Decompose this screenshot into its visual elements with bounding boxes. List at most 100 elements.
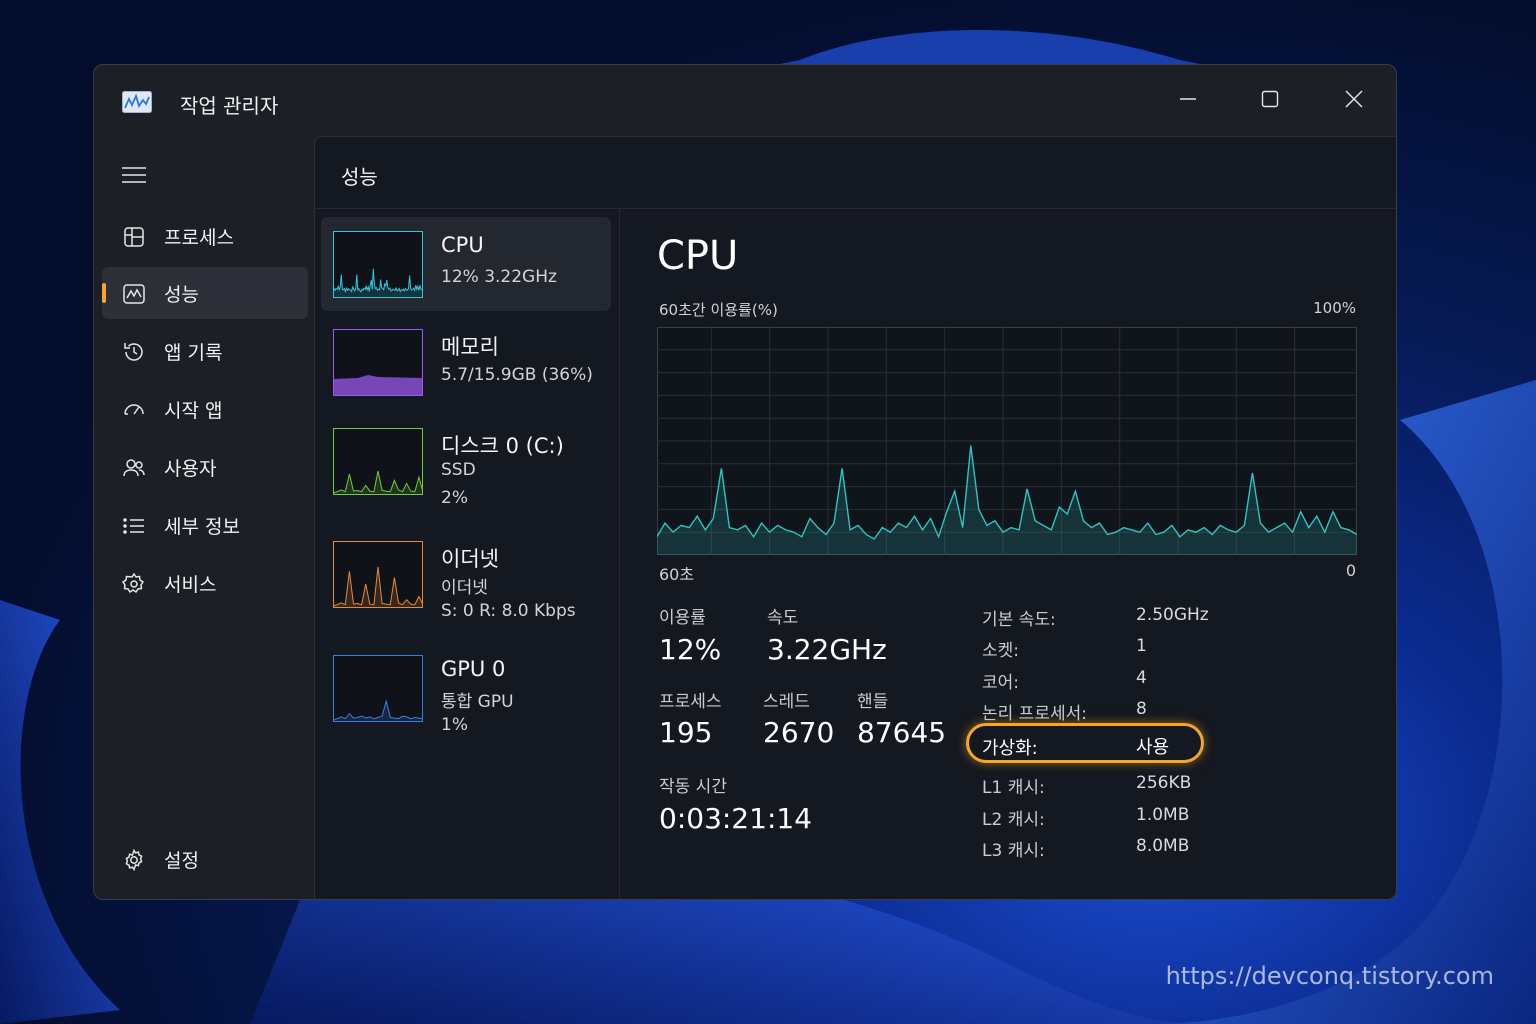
spec-sockets-value: 1: [1136, 636, 1147, 656]
utilization-label: 이용률: [659, 608, 706, 628]
page-header: 성능: [315, 137, 1396, 209]
graph-max-label: 100%: [1313, 299, 1356, 317]
sidebar-item-app-history[interactable]: 앱 기록: [102, 325, 308, 377]
device-stat: 12% 3.22GHz: [441, 267, 557, 287]
spec-cores-value: 4: [1136, 668, 1147, 688]
threads-label: 스레드: [763, 692, 810, 712]
close-icon: [1345, 90, 1363, 108]
sidebar-item-label: 앱 기록: [164, 342, 223, 364]
threads-value: 2670: [763, 716, 835, 749]
memory-thumbnail-graph: [333, 329, 423, 396]
spec-logical-processors-value: 8: [1136, 699, 1147, 719]
graph-caption: 60초간 이용률(%): [659, 301, 778, 319]
spec-l3-cache-value: 8.0MB: [1136, 836, 1190, 856]
maximize-icon: [1261, 90, 1279, 108]
minimize-icon: [1180, 98, 1196, 100]
settings-label: 설정: [164, 850, 199, 872]
device-item-ethernet[interactable]: 이더넷 이더넷 S: 0 R: 8.0 Kbps: [321, 527, 611, 621]
sidebar-item-label: 세부 정보: [164, 516, 240, 538]
sidebar-item-label: 프로세스: [164, 227, 234, 249]
spec-cores-key: 코어:: [982, 673, 1020, 693]
device-item-gpu[interactable]: GPU 0 통합 GPU 1%: [321, 641, 611, 735]
handles-label: 핸들: [857, 692, 889, 712]
title-bar[interactable]: 작업 관리자: [94, 65, 1396, 135]
device-item-disk[interactable]: 디스크 0 (C:) SSD 2%: [321, 414, 611, 508]
sidebar: 프로세스 성능 앱 기록 시작 앱 사용자 세부 정보 서비스 설정: [94, 135, 314, 899]
sidebar-item-users[interactable]: 사용자: [102, 441, 308, 493]
task-manager-window: 작업 관리자 프로세스 성능 앱 기록 시작 앱 사용자 세부 정보 서비스 설…: [93, 64, 1397, 900]
performance-page: 성능 CPU 12% 3.22GHz 메모리 5.7/15.9GB (36%) …: [314, 136, 1396, 899]
spec-virtualization-key: 가상화:: [982, 738, 1038, 759]
uptime-value: 0:03:21:14: [659, 802, 813, 835]
spec-sockets-key: 소켓:: [982, 641, 1020, 661]
sidebar-item-performance[interactable]: 성능: [102, 267, 308, 319]
detail-title: CPU: [657, 233, 739, 279]
sidebar-item-services[interactable]: 서비스: [102, 557, 308, 609]
cpu-detail-panel: CPU 60초간 이용률(%) 100% 60초 0 이용률 12% 속도 3.…: [621, 209, 1396, 899]
details-icon: [123, 518, 144, 534]
device-name: 이더넷: [441, 547, 499, 571]
cpu-usage-graph: [657, 327, 1357, 555]
sidebar-item-label: 서비스: [164, 574, 217, 596]
sidebar-item-label: 사용자: [164, 458, 217, 480]
startup-icon: [124, 404, 144, 415]
spec-virtualization-value: 사용: [1136, 737, 1170, 758]
utilization-value: 12%: [659, 633, 722, 666]
sidebar-item-details[interactable]: 세부 정보: [102, 499, 308, 551]
task-manager-icon: [122, 91, 152, 113]
spec-l2-cache-value: 1.0MB: [1136, 805, 1190, 825]
graph-time-label: 60초: [659, 565, 695, 584]
hamburger-menu-icon[interactable]: [122, 165, 146, 185]
ethernet-thumbnail-graph: [333, 541, 423, 608]
history-icon: [124, 343, 143, 361]
device-name: CPU: [441, 233, 484, 257]
cpu-thumbnail-graph: [333, 231, 423, 298]
processes-label: 프로세스: [659, 692, 722, 712]
device-name: 디스크 0 (C:): [441, 434, 564, 458]
speed-label: 속도: [767, 608, 799, 628]
close-button[interactable]: [1324, 79, 1384, 119]
sidebar-item-label: 시작 앱: [164, 400, 223, 422]
processes-icon: [124, 227, 144, 247]
active-indicator: [102, 283, 106, 303]
speed-value: 3.22GHz: [767, 633, 887, 666]
users-icon: [123, 459, 145, 477]
watermark-url: https://devconq.tistory.com: [1165, 962, 1494, 990]
window-title: 작업 관리자: [180, 94, 279, 118]
services-icon: [122, 572, 145, 594]
processes-value: 195: [659, 716, 713, 749]
spec-logical-processors-key: 논리 프로세서:: [982, 704, 1087, 724]
spec-base-speed-key: 기본 속도:: [982, 610, 1056, 630]
spec-l1-cache-value: 256KB: [1136, 773, 1192, 793]
spec-l1-cache-key: L1 캐시:: [982, 778, 1045, 798]
maximize-button[interactable]: [1240, 79, 1300, 119]
device-stat: 1%: [441, 715, 468, 735]
minimize-button[interactable]: [1158, 79, 1218, 119]
graph-min-label: 0: [1345, 561, 1356, 580]
device-type: SSD: [441, 460, 476, 480]
spec-l3-cache-key: L3 캐시:: [982, 841, 1045, 861]
spec-base-speed-value: 2.50GHz: [1136, 605, 1209, 625]
performance-icon: [123, 284, 145, 304]
device-name: 메모리: [441, 335, 499, 359]
sidebar-item-startup-apps[interactable]: 시작 앱: [102, 383, 308, 435]
disk-thumbnail-graph: [333, 428, 423, 495]
gpu-thumbnail-graph: [333, 655, 423, 722]
handles-value: 87645: [857, 716, 947, 749]
device-name: GPU 0: [441, 657, 506, 681]
device-stat: S: 0 R: 8.0 Kbps: [441, 601, 576, 621]
device-list: CPU 12% 3.22GHz 메모리 5.7/15.9GB (36%) 디스크…: [315, 209, 620, 899]
device-item-memory[interactable]: 메모리 5.7/15.9GB (36%): [321, 315, 611, 409]
sidebar-item-processes[interactable]: 프로세스: [102, 210, 308, 262]
settings-gear-icon: [125, 848, 143, 872]
spec-l2-cache-key: L2 캐시:: [982, 810, 1045, 830]
device-type: 통합 GPU: [441, 692, 514, 712]
sidebar-item-label: 성능: [164, 284, 199, 306]
device-stat: 2%: [441, 488, 468, 508]
uptime-label: 작동 시간: [659, 777, 727, 797]
device-item-cpu[interactable]: CPU 12% 3.22GHz: [321, 217, 611, 311]
virtualization-highlight: 가상화: 사용: [966, 723, 1204, 763]
sidebar-item-settings[interactable]: 설정: [102, 833, 308, 885]
page-title: 성능: [341, 165, 378, 189]
device-type: 이더넷: [441, 578, 488, 598]
